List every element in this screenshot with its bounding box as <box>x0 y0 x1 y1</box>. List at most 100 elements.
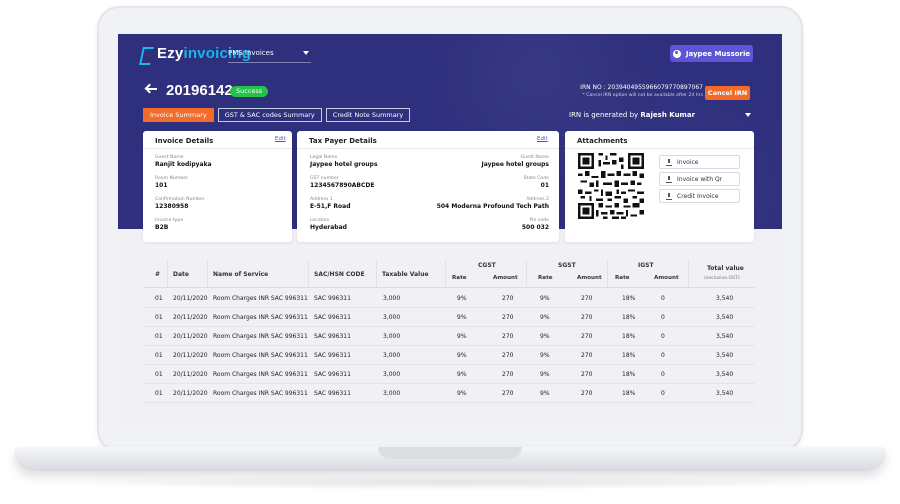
cell-sgst-amount: 270 <box>581 314 593 321</box>
cell-cgst-rate: 9% <box>457 314 467 321</box>
cell-taxable: 3,000 <box>383 352 401 359</box>
cell-total: 3,540 <box>716 295 734 302</box>
qr-code-image <box>578 153 644 219</box>
attachments-card: Attachments Invoice Invoice with Qr Cred… <box>565 131 754 242</box>
chevron-down-icon <box>303 50 309 55</box>
th-igst: IGST <box>638 262 654 269</box>
back-arrow-icon[interactable] <box>145 84 158 94</box>
cell-sac: SAC 996311 <box>314 295 351 302</box>
divider <box>565 148 754 149</box>
cell-service: Room Charges INR SAC 996311 <box>213 314 308 321</box>
irn-generated-by-dropdown[interactable]: IRN is generated by Rajesh Kumar <box>569 111 751 119</box>
summary-tabs: Invoice Summary GST & SAC codes Summary … <box>143 108 411 122</box>
cell-cgst-rate: 9% <box>457 390 467 397</box>
download-icon <box>666 158 672 166</box>
table-row[interactable]: 01 20/11/2020 Room Charges INR SAC 99631… <box>143 308 755 327</box>
cell-service: Room Charges INR SAC 996311 <box>213 333 308 340</box>
th-igst-amount: Amount <box>654 275 679 281</box>
tab-credit-note-summary[interactable]: Credit Note Summary <box>325 108 411 122</box>
app-screen: Ezyinvoicing PMS Invoices Jaypee Mussori… <box>118 34 782 427</box>
download-icon <box>666 192 672 200</box>
cell-cgst-rate: 9% <box>457 371 467 378</box>
th-service: Name of Service <box>213 271 269 278</box>
table-row[interactable]: 01 20/11/2020 Room Charges INR SAC 99631… <box>143 289 755 308</box>
status-badge: Success <box>230 86 269 97</box>
column-divider <box>526 260 527 288</box>
logo-mark-icon <box>141 47 153 61</box>
user-menu-button[interactable]: Jaypee Mussorie <box>670 45 753 62</box>
cancel-irn-button[interactable]: Cancel IRN <box>705 86 750 100</box>
table-row[interactable]: 01 20/11/2020 Room Charges INR SAC 99631… <box>143 384 755 403</box>
cell-taxable: 3,000 <box>383 371 401 378</box>
cell-sac: SAC 996311 <box>314 333 351 340</box>
product-select[interactable]: PMS Invoices <box>228 47 311 63</box>
cell-igst-amount: 0 <box>661 352 665 359</box>
invoice-details-card: Invoice Details Edit Guest Name Ranjit ko… <box>143 131 292 242</box>
irn-info: IRN NO : 2039404955966079770897067 * Can… <box>558 84 703 98</box>
laptop-shadow <box>40 476 860 490</box>
cell-taxable: 3,000 <box>383 333 401 340</box>
cell-taxable: 3,000 <box>383 390 401 397</box>
table-row[interactable]: 01 20/11/2020 Room Charges INR SAC 99631… <box>143 327 755 346</box>
th-cgst-amount: Amount <box>493 275 518 281</box>
field-location: Location Hyderabad <box>310 218 347 231</box>
download-credit-invoice-button[interactable]: Credit Invoice <box>659 189 740 203</box>
cell-date: 20/11/2020 <box>173 333 208 340</box>
column-divider <box>688 260 689 288</box>
th-number: # <box>155 271 161 278</box>
field-confirmation-number: Confirmation Number 12380958 <box>155 197 205 210</box>
product-select-label: PMS Invoices <box>228 48 274 57</box>
edit-tax-payer-link[interactable]: Edit <box>537 136 548 142</box>
th-sac: SAC/HSN CODE <box>314 271 365 278</box>
download-invoice-button[interactable]: Invoice <box>659 155 740 169</box>
cell-igst-rate: 18% <box>622 352 636 359</box>
cell-sgst-rate: 9% <box>540 314 550 321</box>
laptop-notch <box>378 447 522 459</box>
cell-date: 20/11/2020 <box>173 390 208 397</box>
irn-generated-text: IRN is generated by Rajesh Kumar <box>569 111 696 119</box>
column-divider <box>607 260 608 288</box>
cell-sgst-rate: 9% <box>540 371 550 378</box>
button-label: Invoice with Qr <box>677 175 723 183</box>
cell-sgst-amount: 270 <box>581 352 593 359</box>
column-divider <box>167 260 168 288</box>
user-name: Jaypee Mussorie <box>685 49 751 58</box>
edit-invoice-details-link[interactable]: Edit <box>275 136 286 142</box>
th-total: Total value <box>707 265 744 272</box>
cell-cgst-rate: 9% <box>457 352 467 359</box>
tab-gst-sac-summary[interactable]: GST & SAC codes Summary <box>217 108 322 122</box>
cell-total: 3,540 <box>716 333 734 340</box>
cell-igst-rate: 18% <box>622 333 636 340</box>
tab-invoice-summary[interactable]: Invoice Summary <box>143 108 214 122</box>
download-icon <box>666 175 672 183</box>
card-title: Attachments <box>577 137 628 145</box>
field-address-2: Address 2 504 Moderna Profound Tech Path <box>436 197 549 210</box>
table-header: # Date Name of Service SAC/HSN CODE Taxa… <box>143 260 755 288</box>
cell-cgst-amount: 270 <box>502 314 514 321</box>
th-igst-rate: Rate <box>615 275 630 281</box>
cell-date: 20/11/2020 <box>173 371 208 378</box>
cell-cgst-rate: 9% <box>457 333 467 340</box>
cell-sac: SAC 996311 <box>314 314 351 321</box>
cell-igst-rate: 18% <box>622 295 636 302</box>
cell-igst-amount: 0 <box>661 314 665 321</box>
field-address-1: Address 1 E-51,F Road <box>310 197 351 210</box>
invoice-number: 20196142 <box>166 82 233 99</box>
table-row[interactable]: 01 20/11/2020 Room Charges INR SAC 99631… <box>143 365 755 384</box>
cell-sgst-rate: 9% <box>540 352 550 359</box>
field-room-number: Room Number 101 <box>155 176 188 189</box>
th-sgst-amount: Amount <box>577 275 602 281</box>
field-guest-name: Guest Name Ranjit kodipyaka <box>155 155 212 168</box>
column-divider <box>376 260 377 288</box>
table-row[interactable]: 01 20/11/2020 Room Charges INR SAC 99631… <box>143 346 755 365</box>
cell-igst-rate: 18% <box>622 314 636 321</box>
irn-number: IRN NO : 2039404955966079770897067 <box>580 84 703 91</box>
cell-date: 20/11/2020 <box>173 295 208 302</box>
download-invoice-with-qr-button[interactable]: Invoice with Qr <box>659 172 740 186</box>
field-pin-code: Pin code 500 032 <box>521 218 549 231</box>
cell-sgst-amount: 270 <box>581 390 593 397</box>
th-total-note: (exclusive.GST) <box>704 276 740 281</box>
field-state-code: State Code 01 <box>523 176 549 189</box>
cell-cgst-amount: 270 <box>502 333 514 340</box>
cell-cgst-amount: 270 <box>502 352 514 359</box>
